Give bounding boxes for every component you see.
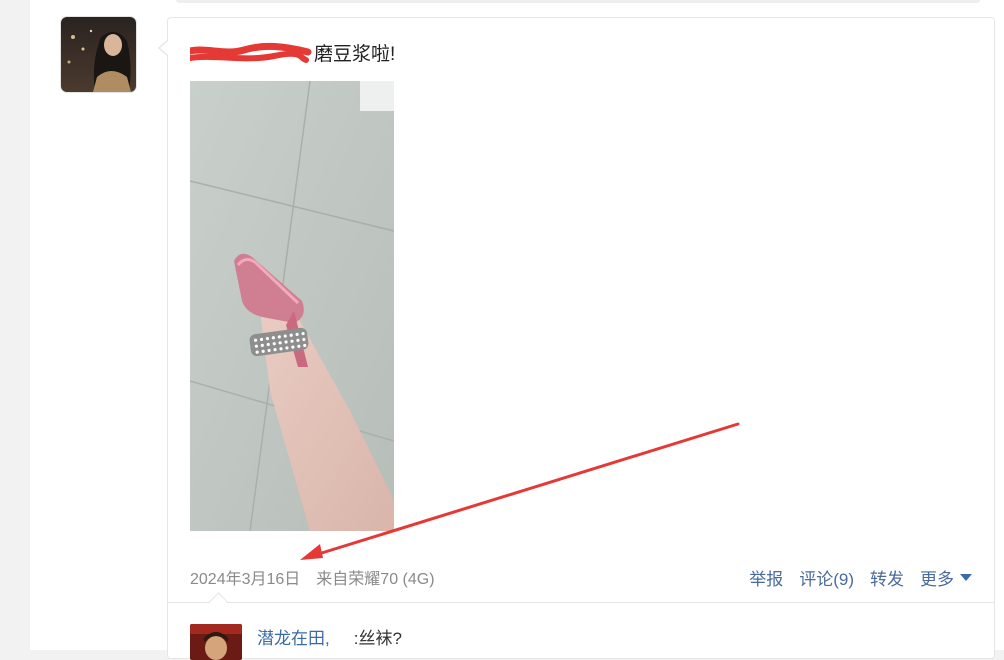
post-meta: 2024年3月16日 来自荣耀70 (4G) — [190, 565, 435, 589]
forward-link[interactable]: 转发 — [870, 565, 904, 590]
card-pointer-inner — [160, 41, 168, 55]
post-source: 来自荣耀70 (4G) — [316, 571, 435, 588]
user-avatar[interactable] — [61, 17, 136, 92]
commenter-avatar[interactable] — [190, 624, 242, 660]
comment-item: 潜龙在田, :丝袜? — [257, 624, 402, 649]
post-text: 磨豆浆啦! — [314, 43, 396, 65]
commenter-name[interactable]: 潜龙在田, — [257, 624, 330, 649]
report-link[interactable]: 举报 — [749, 565, 783, 590]
post-date[interactable]: 2024年3月16日 — [190, 565, 300, 589]
comments-divider — [167, 602, 995, 603]
redaction-scribble — [190, 42, 312, 63]
comment-link[interactable]: 评论(9) — [799, 565, 854, 590]
more-menu[interactable]: 更多 — [920, 565, 972, 590]
post-header: 磨豆浆啦! — [190, 38, 395, 66]
more-label: 更多 — [920, 570, 954, 589]
post-actions: 举报 评论(9) 转发 更多 — [749, 565, 972, 590]
comment-text: :丝袜? — [353, 629, 402, 648]
chevron-down-icon — [960, 574, 972, 581]
post-image[interactable] — [190, 81, 394, 531]
author-name-redacted[interactable] — [190, 40, 312, 64]
previous-card-edge — [176, 0, 980, 3]
